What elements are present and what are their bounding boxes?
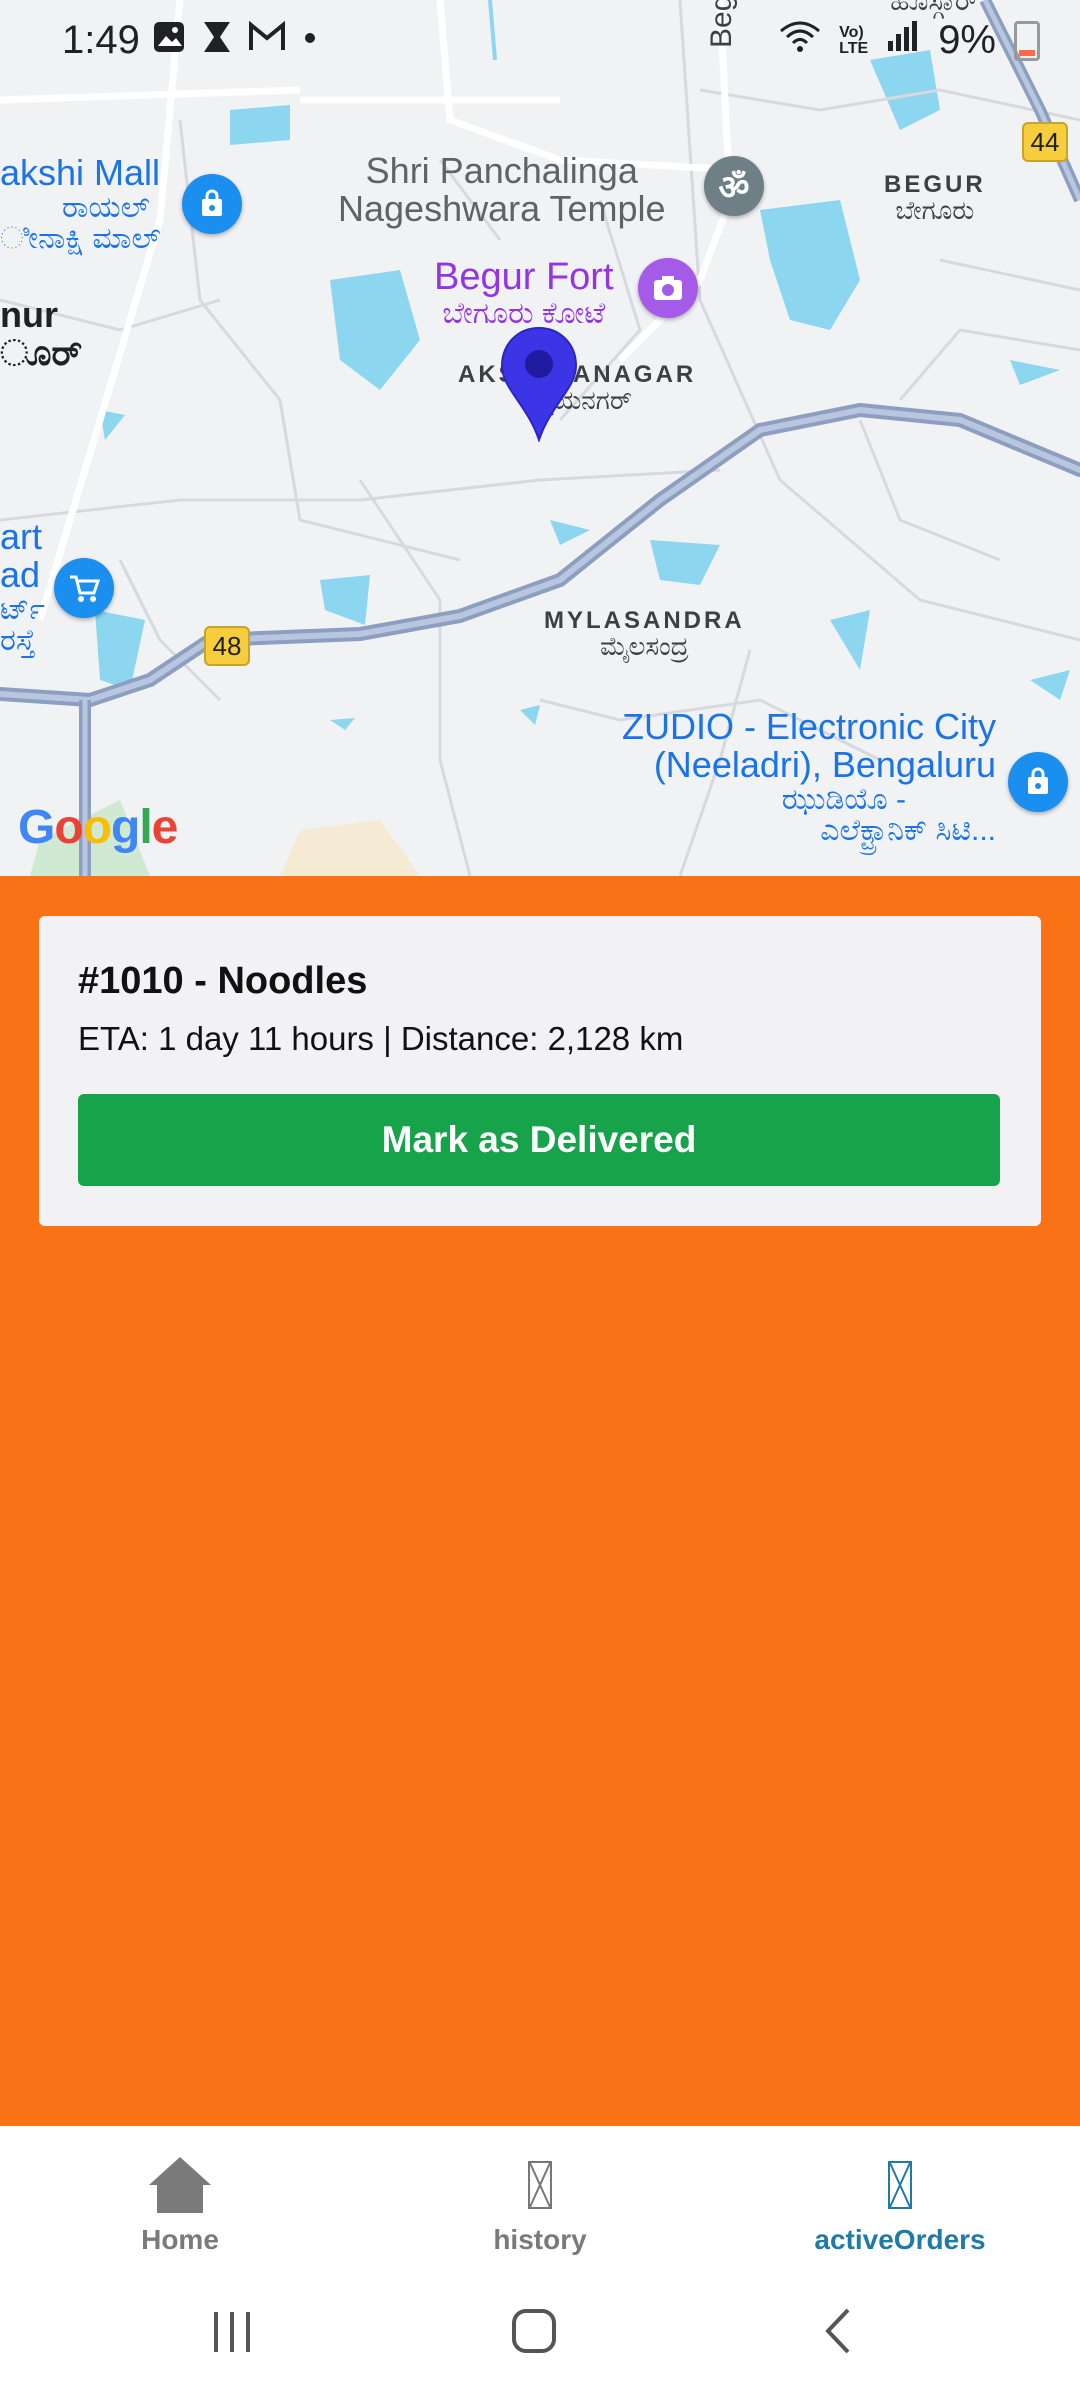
battery-percent: 9% — [938, 18, 996, 62]
area-begur-kn: ಬೇಗೂರು — [895, 195, 975, 226]
volte-icon: Vo) LTE — [839, 23, 869, 57]
order-eta-distance: ETA: 1 day 11 hours | Distance: 2,128 km — [78, 1020, 684, 1057]
poi-art-kn1: ರ್ಟ್ — [0, 592, 45, 626]
tab-home-label: Home — [141, 2224, 219, 2255]
temple-om-marker-icon[interactable]: ॐ — [704, 156, 764, 216]
poi-mall-kn1: ರಾಯಲ್ — [62, 190, 150, 224]
recent-apps-icon[interactable] — [208, 2306, 258, 2361]
poi-temple-name2: Nageshwara Temple — [338, 187, 666, 229]
missing-glyph-icon — [888, 2154, 912, 2216]
google-logo-letter: g — [111, 801, 140, 854]
area-begur-label: BEGUR ಬೇಗೂರು — [884, 172, 986, 224]
wifi-icon — [779, 18, 821, 63]
tab-history-label: history — [493, 2224, 587, 2255]
area-mylasandra-label: MYLASANDRA ಮೈಲಸಂದ್ರ — [544, 608, 745, 660]
shopping-bag-marker-icon[interactable] — [182, 174, 242, 234]
poi-fort-name: Begur Fort — [434, 256, 614, 298]
google-logo-letter: o — [82, 801, 112, 854]
camera-marker-icon[interactable] — [638, 258, 698, 318]
area-begur-name: BEGUR — [884, 171, 986, 198]
road-label-top: Beg — [705, 0, 738, 48]
poi-art-name: art — [0, 516, 43, 557]
highway-48-text: 48 — [212, 630, 242, 661]
home-circle-icon[interactable] — [510, 2306, 560, 2361]
shopping-cart-marker-icon[interactable] — [54, 558, 114, 618]
area-mylasandra-name: MYLASANDRA — [544, 607, 745, 634]
highway-44-shield: 44 — [1022, 122, 1068, 162]
order-card: #1010 - Noodles ETA: 1 day 11 hours | Di… — [39, 916, 1041, 1226]
poi-temple-name1: Shri Panchalinga — [365, 150, 638, 191]
system-navigation-bar — [0, 2270, 1080, 2400]
gmail-icon — [248, 20, 286, 63]
hourglass-icon — [200, 20, 234, 63]
poi-zudio-kn2: ಎಲೆಕ್ಟ್ರಾನಿಕ್ ಸಿಟಿ... — [820, 814, 996, 848]
back-icon[interactable] — [816, 2306, 866, 2361]
tab-active-orders-label: activeOrders — [814, 2224, 986, 2255]
order-title: #1010 - Noodles — [78, 960, 368, 1002]
area-nur-label: nur ೂರ್ — [0, 296, 82, 372]
home-icon — [147, 2154, 213, 2216]
poi-zudio-kn1: ಝುಡಿಯೊ - — [781, 782, 906, 816]
poi-zudio-label[interactable]: ZUDIO - Electronic City (Neeladri), Beng… — [622, 708, 996, 847]
road-top-text: Beg — [705, 0, 738, 48]
mark-as-delivered-button[interactable]: Mark as Delivered — [78, 1094, 1000, 1186]
google-logo-letter: G — [18, 801, 55, 854]
poi-mall-name: akshi Mall — [0, 152, 161, 193]
highway-44-text: 44 — [1030, 126, 1060, 157]
area-nur-name: nur — [0, 294, 58, 335]
google-logo-letter: e — [151, 801, 179, 854]
google-logo-letter: l — [139, 801, 152, 854]
tab-active-orders[interactable]: activeOrders — [720, 2126, 1080, 2270]
missing-glyph-icon — [528, 2154, 552, 2216]
tab-home[interactable]: Home — [0, 2126, 360, 2270]
area-nur-kn: ೂರ್ — [0, 331, 83, 373]
map-view[interactable]: 1:49 Vo) LTE 9% Beg ಹೊಸ್ಗಾರ್ akshi Mall … — [0, 0, 1080, 876]
poi-fort-kn: ಬೇಗೂರು ಕೋಟೆ — [442, 296, 606, 330]
history-icon-box — [528, 2161, 552, 2209]
poi-fort-label[interactable]: Begur Fort ಬೇಗೂರು ಕೋಟೆ — [434, 256, 614, 330]
poi-temple-label[interactable]: Shri Panchalinga Nageshwara Temple — [338, 152, 666, 228]
google-logo: Google — [18, 800, 179, 855]
tab-history[interactable]: history — [360, 2126, 720, 2270]
poi-art-label[interactable]: art ad ರ್ಟ್ ರಸ್ತೆ — [0, 518, 45, 657]
poi-mall-kn2: ೀನಾಕ್ಷಿ ಮಾಲ್ — [0, 222, 161, 256]
active-orders-icon-box — [888, 2161, 912, 2209]
dot-icon — [300, 20, 320, 63]
poi-art-kn2: ರಸ್ತೆ — [0, 624, 36, 658]
road-top-right-text: ಹೊಸ್ಗಾರ್ — [890, 0, 979, 16]
poi-zudio-name1: ZUDIO - Electronic City — [621, 706, 996, 747]
road-label-top-right: ಹೊಸ್ಗಾರ್ — [890, 0, 979, 15]
image-icon — [152, 20, 186, 63]
poi-ad-name: ad — [0, 553, 41, 595]
bottom-nav: Home history activeOrders — [0, 2126, 1080, 2270]
location-pin-icon[interactable] — [498, 326, 580, 447]
status-time: 1:49 — [62, 18, 140, 62]
status-notification-icons — [152, 20, 320, 63]
google-logo-letter: o — [54, 801, 83, 854]
poi-zudio-name2: (Neeladri), Bengaluru — [653, 743, 996, 785]
highway-48-shield: 48 — [204, 626, 250, 666]
signal-icon — [886, 18, 920, 63]
shopping-bag-marker-icon[interactable] — [1008, 752, 1068, 812]
battery-icon — [1014, 20, 1040, 61]
area-mylasandra-kn: ಮೈಲಸಂದ್ರ — [600, 631, 689, 662]
status-system-icons: Vo) LTE 9% — [779, 18, 1040, 63]
poi-mall-label[interactable]: akshi Mall ರಾಯಲ್ ೀನಾಕ್ಷಿ ಮಾಲ್ — [0, 154, 161, 255]
